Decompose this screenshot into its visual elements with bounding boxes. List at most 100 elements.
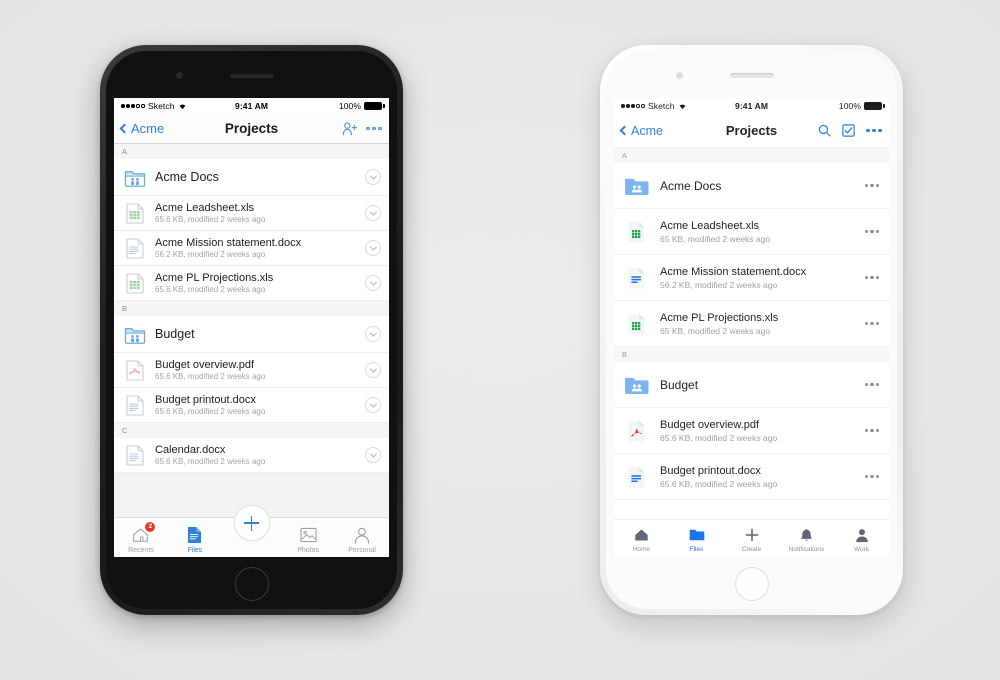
list-item[interactable]: Budget overview.pdf 65.6 KB, modified 2 … [614, 408, 889, 454]
more-options-icon [864, 229, 880, 234]
row-more-button[interactable] [863, 428, 881, 433]
list-item[interactable]: Acme Docs [114, 159, 389, 196]
pdf-file-icon [122, 359, 148, 381]
spreadsheet-file-icon [622, 221, 650, 243]
back-label: Acme [131, 121, 165, 136]
item-name: Acme Leadsheet.xls [660, 219, 760, 232]
item-name: Budget overview.pdf [660, 418, 760, 431]
disclosure-button[interactable] [365, 169, 381, 185]
file-list-left[interactable]: A Acme Docs Acme Leadsheet.xls 65.6 KB, … [114, 144, 389, 517]
tab-bar-right: Home Files Create Notifications Work [614, 519, 889, 557]
disclosure-button[interactable] [365, 205, 381, 221]
tab-files[interactable]: Files [168, 525, 222, 554]
navbar-left: Acme Projects [114, 114, 389, 144]
shared-folder-icon [622, 375, 650, 395]
clock-label: 9:41 AM [235, 101, 268, 111]
select-checkbox-icon[interactable] [842, 124, 855, 137]
disclosure-button[interactable] [365, 240, 381, 256]
tab-work[interactable]: Work [834, 526, 889, 553]
signal-strength-icon [621, 104, 645, 108]
list-item[interactable]: Acme Mission statement.docx 56.2 KB, mod… [614, 255, 889, 301]
list-item[interactable]: Budget [614, 362, 889, 408]
file-list-right[interactable]: A Acme Docs Acme Leadsheet.xls 65 KB, mo… [614, 148, 889, 519]
list-item[interactable]: Acme Leadsheet.xls 65 KB, modified 2 wee… [614, 209, 889, 255]
battery-icon [864, 102, 885, 110]
row-more-button[interactable] [863, 229, 881, 234]
row-more-button[interactable] [863, 183, 881, 188]
list-item[interactable]: Acme Leadsheet.xls 65.6 KB, modified 2 w… [114, 196, 389, 231]
disclosure-button[interactable] [365, 397, 381, 413]
chevron-down-icon [369, 400, 377, 408]
document-file-icon [622, 466, 650, 488]
tab-photos[interactable]: Photos [281, 525, 335, 554]
more-options-icon[interactable] [866, 128, 882, 133]
tab-label: Personal [348, 547, 376, 554]
tab-notifications[interactable]: Notifications [779, 526, 834, 553]
item-name: Acme PL Projections.xls [155, 272, 274, 284]
disclosure-button[interactable] [365, 447, 381, 463]
more-options-icon[interactable] [366, 127, 382, 131]
back-button-right[interactable]: Acme [619, 124, 663, 138]
wifi-icon [179, 104, 185, 110]
row-more-button[interactable] [863, 321, 881, 326]
document-file-icon [622, 267, 650, 289]
section-header: B [614, 347, 889, 362]
list-item[interactable]: Acme Mission statement.docx 56.2 KB, mod… [114, 231, 389, 266]
back-button-left[interactable]: Acme [119, 121, 165, 136]
front-camera-icon [175, 72, 183, 79]
list-item[interactable]: Acme PL Projections.xls 65 KB, modified … [614, 301, 889, 347]
disclosure-button[interactable] [365, 362, 381, 378]
chevron-left-icon [619, 125, 630, 136]
item-meta: 65.6 KB, modified 2 weeks ago [155, 457, 266, 466]
tab-create[interactable]: Create [724, 526, 779, 553]
item-name: Acme PL Projections.xls [660, 311, 779, 324]
disclosure-button[interactable] [365, 326, 381, 342]
chevron-down-icon [369, 208, 377, 216]
list-item[interactable]: Budget printout.docx 65.6 KB, modified 2… [114, 388, 389, 423]
more-options-icon [864, 275, 880, 280]
status-bar-right: Sketch 9:41 AM 100% [614, 98, 889, 114]
disclosure-button[interactable] [365, 275, 381, 291]
tab-label: Files [187, 547, 203, 554]
file-icon [187, 525, 202, 545]
wifi-icon [679, 104, 685, 110]
more-options-icon [864, 474, 880, 479]
tab-recents[interactable]: 2 Recents [114, 522, 168, 554]
clock-label: 9:41 AM [735, 101, 768, 111]
list-item[interactable]: Budget [114, 316, 389, 353]
item-name: Budget overview.pdf [155, 359, 255, 371]
tab-home[interactable]: Home [614, 526, 669, 553]
list-item[interactable]: Acme Docs [614, 163, 889, 209]
plus-icon-bar [244, 522, 259, 524]
home-button-left[interactable] [234, 567, 269, 601]
add-person-icon[interactable] [342, 121, 358, 136]
list-item[interactable]: Budget printout.docx 65.6 KB, modified 2… [614, 454, 889, 500]
add-button[interactable] [233, 505, 270, 541]
photo-icon [300, 525, 317, 545]
navbar-right: Acme Projects [614, 114, 889, 148]
plus-icon [745, 526, 759, 544]
tab-personal[interactable]: Personal [335, 525, 389, 554]
earpiece-speaker [229, 73, 274, 78]
list-item[interactable]: Calendar.docx 65.6 KB, modified 2 weeks … [114, 438, 389, 473]
tab-label: Photos [297, 547, 320, 554]
item-name: Calendar.docx [155, 444, 226, 456]
home-button-right[interactable] [734, 567, 769, 601]
shared-folder-icon [122, 168, 148, 187]
search-icon[interactable] [818, 124, 831, 137]
row-more-button[interactable] [863, 382, 881, 387]
row-more-button[interactable] [863, 275, 881, 280]
battery-icon [364, 102, 385, 110]
list-item[interactable]: Acme PL Projections.xls 65.6 KB, modifie… [114, 266, 389, 301]
person-icon [354, 525, 370, 545]
row-more-button[interactable] [863, 474, 881, 479]
earpiece-speaker [729, 73, 774, 78]
tab-label: Recents [128, 547, 154, 554]
item-name: Budget [660, 377, 699, 392]
tab-files[interactable]: Files [669, 526, 724, 553]
list-item[interactable]: Budget overview.pdf 65.6 KB, modified 2 … [114, 353, 389, 388]
document-file-icon [122, 444, 148, 466]
tab-label: Work [853, 546, 870, 553]
spreadsheet-file-icon [122, 202, 148, 224]
more-options-icon [864, 183, 880, 188]
